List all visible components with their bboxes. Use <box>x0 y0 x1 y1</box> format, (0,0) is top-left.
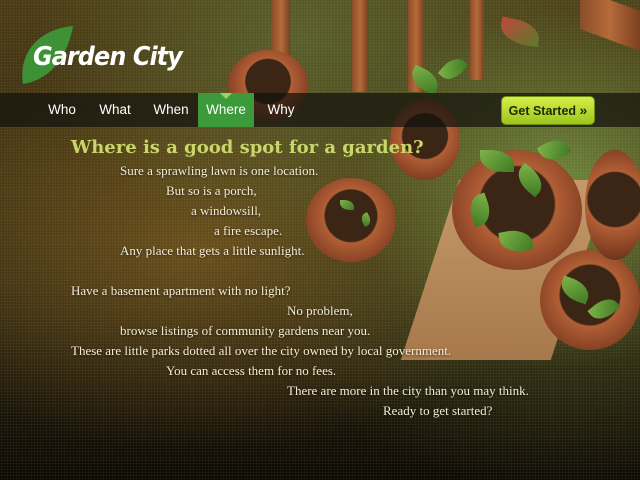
get-started-button[interactable]: Get Started » <box>501 96 595 125</box>
body-line: These are little parks dotted all over t… <box>71 343 452 358</box>
nav-item-where-label: Where <box>206 102 246 117</box>
body-line: a windowsill, <box>191 203 262 218</box>
active-caret-icon <box>220 93 232 99</box>
body-line: There are more in the city than you may … <box>287 383 529 398</box>
nav-item-when[interactable]: When <box>146 93 196 127</box>
nav-item-what[interactable]: What <box>91 93 139 127</box>
body-line: a fire escape. <box>214 223 283 238</box>
body-line: No problem, <box>287 303 353 318</box>
double-chevron-right-icon: » <box>579 102 588 118</box>
body-line: Any place that gets a little sunlight. <box>120 243 305 258</box>
body-line: But so is a porch, <box>166 183 257 198</box>
body-line: You can access them for no fees. <box>166 363 337 378</box>
nav-item-where[interactable]: Where <box>198 93 254 127</box>
nav-item-who[interactable]: Who <box>38 93 86 127</box>
brand-name[interactable]: Garden City <box>33 42 183 72</box>
page-headline: Where is a good spot for a garden? <box>71 137 424 158</box>
nav-item-why[interactable]: Why <box>258 93 304 127</box>
get-started-label: Get Started <box>508 104 577 118</box>
body-line: Ready to get started? <box>383 403 493 418</box>
body-line: Sure a sprawling lawn is one location. <box>120 163 319 178</box>
body-line: browse listings of community gardens nea… <box>120 323 371 338</box>
body-line: Have a basement apartment with no light? <box>71 283 291 298</box>
